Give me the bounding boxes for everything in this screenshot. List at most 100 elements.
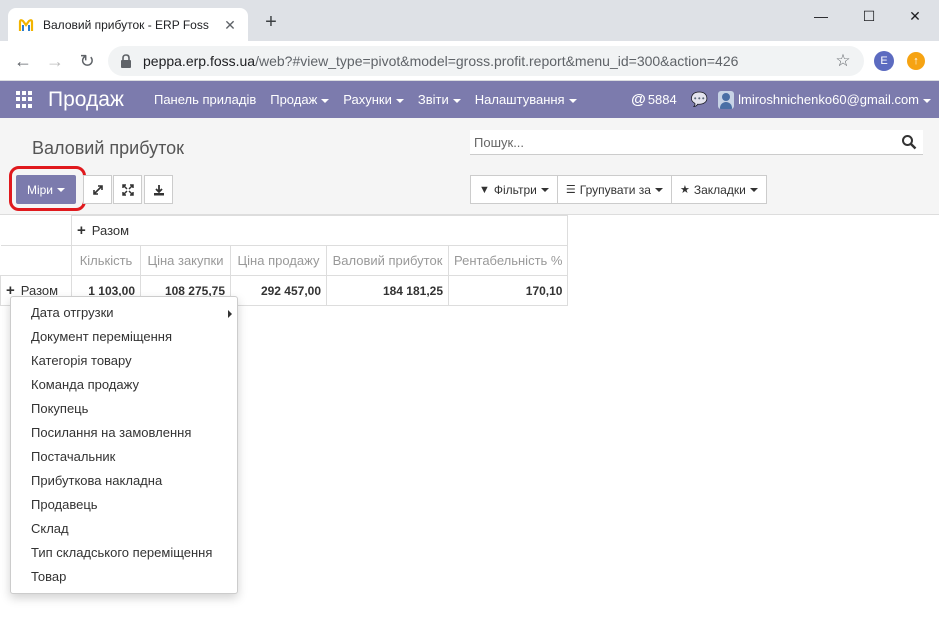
caret-down-icon — [57, 188, 66, 193]
mentions-counter[interactable]: @5884 — [631, 91, 677, 108]
pivot-table: + Разом Кількість Ціна закупки Ціна прода… — [0, 215, 569, 306]
lock-icon — [121, 54, 131, 68]
favorites-label: Закладки — [693, 182, 746, 197]
apps-grid-icon[interactable] — [16, 90, 34, 109]
address-bar: ← → ↻ peppa.erp.foss.ua/web?#view_type=p… — [0, 41, 939, 81]
caret-down-icon — [749, 187, 758, 192]
search-input[interactable] — [470, 130, 890, 155]
url-host: peppa.erp.foss.ua — [143, 53, 256, 69]
url-omnibox[interactable]: peppa.erp.foss.ua/web?#view_type=pivot&m… — [108, 46, 864, 76]
menu-settings[interactable]: Налаштування — [475, 92, 577, 107]
dropdown-item[interactable]: Товар — [11, 565, 237, 589]
dropdown-item[interactable]: Постачальник — [11, 445, 237, 469]
dropdown-item[interactable]: Дата отгрузки — [11, 301, 237, 325]
measure-header[interactable]: Ціна продажу — [230, 245, 327, 276]
filters-label: Фільтри — [493, 182, 537, 197]
download-button[interactable] — [144, 175, 173, 204]
menu-dashboard[interactable]: Панель приладів — [154, 92, 256, 107]
dropdown-item[interactable]: Тип складського переміщення — [11, 541, 237, 565]
expand-all-button[interactable] — [113, 175, 142, 204]
dropdown-item[interactable]: Покупець — [11, 397, 237, 421]
filter-icon: ▼ — [479, 183, 490, 196]
window-close-icon[interactable]: ✕ — [892, 6, 938, 26]
measure-header[interactable]: Ціна закупки — [140, 245, 231, 276]
browser-tab-strip: Валовий прибуток - ERP Foss ✕ + — ☐ ✕ — [0, 0, 939, 41]
control-panel: Валовий прибуток Міри ▼Фільтри ☰Групуват… — [0, 118, 939, 215]
profile-avatar[interactable]: E — [874, 51, 894, 71]
dropdown-item[interactable]: Команда продажу — [11, 373, 237, 397]
measure-header[interactable]: Кількість — [71, 245, 141, 276]
update-extension-icon[interactable]: ↑ — [907, 52, 925, 70]
minimize-icon[interactable]: — — [798, 6, 844, 26]
col-total-header[interactable]: + Разом — [70, 215, 569, 246]
expand-all-icon — [121, 183, 134, 196]
groupby-dropdown: Дата отгрузки Документ переміщення Катег… — [10, 296, 238, 594]
forward-arrow-icon[interactable]: → — [44, 50, 66, 72]
page-title: Валовий прибуток — [32, 138, 185, 158]
menu-reports-label: Звіти — [417, 92, 449, 107]
dropdown-item[interactable]: Посилання на замовлення — [11, 421, 237, 445]
measures-button[interactable]: Міри — [16, 175, 76, 204]
close-tab-icon[interactable]: ✕ — [222, 17, 238, 33]
flip-axis-button[interactable] — [83, 175, 112, 204]
dropdown-item[interactable]: Склад — [11, 517, 237, 541]
reload-icon[interactable]: ↻ — [76, 50, 98, 72]
url-text: peppa.erp.foss.ua/web?#view_type=pivot&m… — [143, 53, 738, 69]
mentions-count: 5884 — [647, 92, 677, 107]
browser-tab[interactable]: Валовий прибуток - ERP Foss ✕ — [8, 8, 248, 41]
caret-down-icon — [321, 98, 330, 103]
menu-reports[interactable]: Звіти — [418, 92, 461, 107]
search-options-group: ▼ Фільтри ☰ Групувати за ★ Закладки — [470, 175, 767, 204]
star-icon: ★ — [679, 184, 690, 196]
plus-icon: + — [77, 222, 86, 239]
download-icon — [153, 184, 164, 195]
at-icon: @ — [631, 91, 646, 108]
tab-title: Валовий прибуток - ERP Foss — [43, 17, 209, 32]
measures-label: Міри — [26, 182, 54, 197]
caret-down-icon — [452, 98, 461, 103]
groupby-button[interactable]: ☰ Групувати за — [558, 176, 672, 203]
new-tab-icon[interactable]: + — [262, 12, 280, 32]
menu-invoices[interactable]: Рахунки — [343, 92, 404, 107]
caret-down-icon — [654, 187, 663, 192]
user-menu[interactable]: lmiroshnichenko60@gmail.com — [738, 92, 931, 107]
favorites-button[interactable]: ★ Закладки — [672, 176, 766, 203]
menu-dashboard-label: Панель приладів — [153, 92, 257, 107]
user-avatar — [718, 90, 735, 109]
pivot-cell[interactable]: 170,10 — [447, 275, 569, 306]
erp-favicon-icon — [18, 17, 34, 33]
measure-header[interactable]: Рентабельність % — [447, 245, 569, 276]
dropdown-item[interactable]: Продавець — [11, 493, 237, 517]
pivot-cell[interactable]: 184 181,25 — [326, 275, 449, 306]
caret-down-icon — [923, 98, 931, 103]
search-icon[interactable] — [901, 134, 917, 150]
filters-button[interactable]: ▼ Фільтри — [471, 176, 558, 203]
pivot-cell[interactable]: 292 457,00 — [230, 275, 327, 306]
user-email: lmiroshnichenko60@gmail.com — [738, 92, 919, 107]
menu-sales[interactable]: Продаж — [270, 92, 330, 107]
list-icon: ☰ — [565, 184, 576, 196]
caret-down-icon — [568, 98, 577, 103]
col-total-label: Разом — [91, 223, 130, 238]
app-brand[interactable]: Продаж — [48, 88, 124, 112]
groupby-label: Групувати за — [579, 182, 651, 197]
caret-down-icon — [395, 98, 404, 103]
back-arrow-icon[interactable]: ← — [12, 50, 34, 72]
navbar-right: @5884 💬 lmiroshnichenko60@gmail.com — [631, 81, 931, 118]
flip-axis-icon — [92, 184, 103, 195]
bookmark-star-icon[interactable]: ☆ — [834, 52, 852, 70]
dropdown-item-label: Дата отгрузки — [31, 305, 114, 320]
app-navbar: Продаж Панель приладів Продаж Рахунки Зв… — [0, 81, 939, 118]
dropdown-item[interactable]: Категорія товару — [11, 349, 237, 373]
pivot-corner — [0, 245, 72, 276]
menu-invoices-label: Рахунки — [343, 92, 392, 107]
menu-settings-label: Налаштування — [474, 92, 565, 107]
measure-header[interactable]: Валовий прибуток — [326, 245, 449, 276]
dropdown-item[interactable]: Прибуткова накладна — [11, 469, 237, 493]
dropdown-item[interactable]: Документ переміщення — [11, 325, 237, 349]
chat-icon[interactable]: 💬 — [691, 91, 708, 108]
pivot-corner — [0, 215, 72, 246]
maximize-icon[interactable]: ☐ — [846, 6, 892, 26]
search-box — [470, 130, 923, 155]
url-path: /web?#view_type=pivot&model=gross.profit… — [255, 53, 739, 69]
